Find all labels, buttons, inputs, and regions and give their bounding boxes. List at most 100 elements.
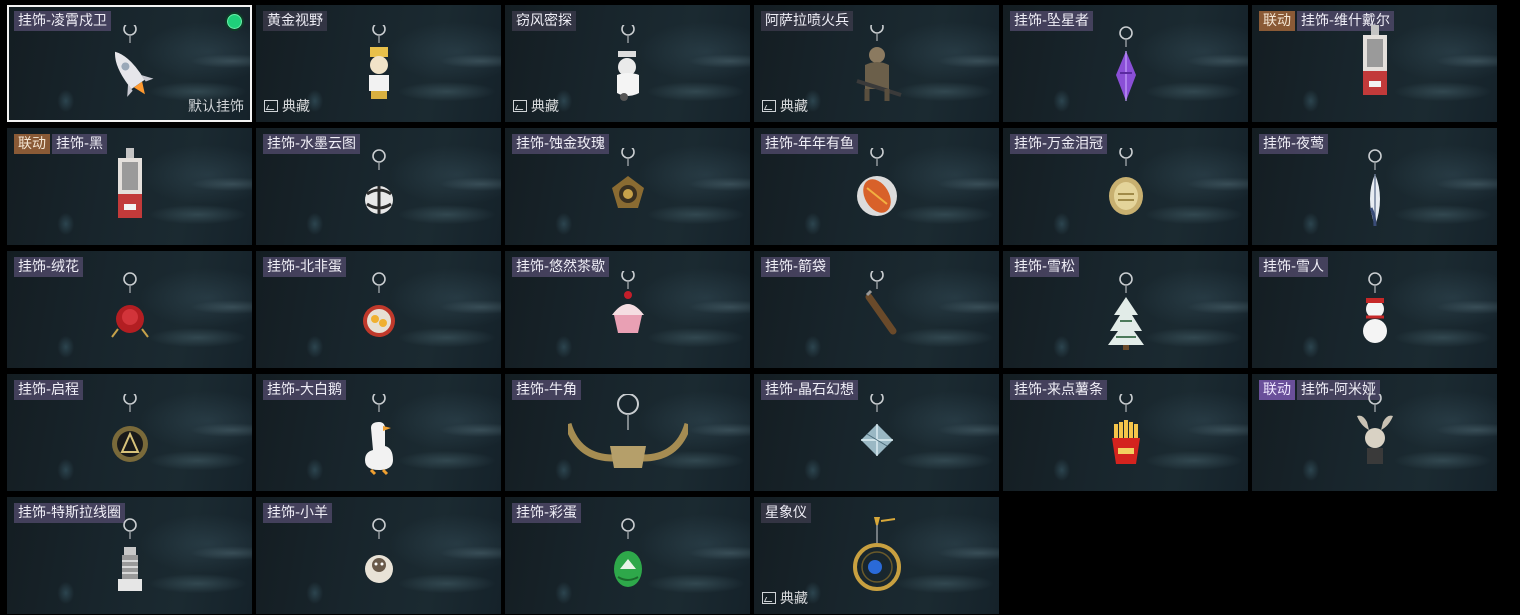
card-charm-icon [100, 148, 160, 232]
charm-title: 挂饰-凌霄戍卫 [14, 11, 112, 31]
charm-card[interactable]: 挂饰-特斯拉线圈 [7, 497, 252, 614]
charm-title: 挂饰-绒花 [14, 257, 84, 277]
charm-title: 挂饰-年年有鱼 [761, 134, 859, 154]
collection-badge: 典藏 [762, 588, 808, 608]
charm-title: 挂饰-晶石幻想 [761, 380, 859, 400]
collab-badge: 联动 [14, 134, 50, 154]
charm-card[interactable]: 挂饰-来点薯条 [1003, 374, 1248, 491]
charm-card[interactable]: 挂饰-箭袋 [754, 251, 999, 368]
quiver-charm-icon [847, 271, 907, 355]
charm-card[interactable]: 挂饰-雪人 [1252, 251, 1497, 368]
charm-card[interactable]: 挂饰-彩蛋 [505, 497, 750, 614]
charm-title: 挂饰-蚀金玫瑰 [512, 134, 610, 154]
astrolabe-charm-icon [847, 517, 907, 601]
rocket-charm-icon [100, 25, 160, 109]
charm-card[interactable]: 挂饰-蚀金玫瑰 [505, 128, 750, 245]
charm-name: 挂饰-万金泪冠 [1010, 134, 1108, 154]
collection-badge: 典藏 [264, 96, 310, 116]
charm-card[interactable]: 星象仪典藏 [754, 497, 999, 614]
bunny-charm-icon [1345, 394, 1405, 478]
sheep-charm-icon [349, 517, 409, 601]
charm-name: 挂饰-大白鹅 [263, 380, 347, 400]
charm-title: 联动 挂饰-黑 [14, 134, 108, 154]
collection-label: 典藏 [780, 591, 808, 607]
charm-title: 星象仪 [761, 503, 811, 523]
charm-title: 挂饰-大白鹅 [263, 380, 347, 400]
charm-name: 挂饰-雪人 [1259, 257, 1329, 277]
charm-name: 挂饰-雪松 [1010, 257, 1080, 277]
charm-title: 挂饰-彩蛋 [512, 503, 582, 523]
charm-name: 挂饰-启程 [14, 380, 84, 400]
charm-card[interactable]: 挂饰-夜莺 [1252, 128, 1497, 245]
soldier-charm-icon [847, 25, 907, 109]
red-rose-charm-icon [100, 271, 160, 355]
default-charm-label: 默认挂饰 [188, 99, 244, 115]
collection-label: 典藏 [780, 99, 808, 115]
charm-title: 阿萨拉喷火兵 [761, 11, 853, 31]
purple-crystal-charm-icon [1096, 25, 1156, 109]
charm-name: 挂饰-来点薯条 [1010, 380, 1108, 400]
charm-name: 挂饰-绒花 [14, 257, 84, 277]
charm-card[interactable]: 挂饰-水墨云图 [256, 128, 501, 245]
fish-charm-icon [847, 148, 907, 232]
egg-pan-charm-icon [349, 271, 409, 355]
charm-card[interactable]: 挂饰-年年有鱼 [754, 128, 999, 245]
snowman-charm-icon [1345, 271, 1405, 355]
charm-card[interactable]: 挂饰-悠然茶歇 [505, 251, 750, 368]
charm-card[interactable]: 挂饰-启程 [7, 374, 252, 491]
collection-icon [762, 592, 776, 604]
snow-tree-charm-icon [1096, 271, 1156, 355]
charm-title: 挂饰-箭袋 [761, 257, 831, 277]
charm-name: 挂饰-箭袋 [761, 257, 831, 277]
charm-name: 挂饰-北非蛋 [263, 257, 347, 277]
charm-grid: 挂饰-凌霄戍卫 默认挂饰 黄金视野 典藏 窃风密探 典藏 阿萨拉喷火兵 典藏 挂饰-坠星者 联动挂… [0, 0, 1520, 615]
collab-badge: 联动 [1259, 380, 1295, 400]
tesla-coil-charm-icon [100, 517, 160, 601]
charm-name: 挂饰-蚀金玫瑰 [512, 134, 610, 154]
charm-name: 黄金视野 [263, 11, 327, 31]
charm-title: 窃风密探 [512, 11, 576, 31]
charm-card[interactable]: 挂饰-坠星者 [1003, 5, 1248, 122]
gold-coin-charm-icon [1096, 148, 1156, 232]
charm-card[interactable]: 联动 挂饰-黑 [7, 128, 252, 245]
charm-name: 挂饰-坠星者 [1010, 11, 1094, 31]
charm-name: 挂饰-彩蛋 [512, 503, 582, 523]
charm-card[interactable]: 挂饰-雪松 [1003, 251, 1248, 368]
charm-title: 挂饰-悠然茶歇 [512, 257, 610, 277]
charm-card[interactable]: 挂饰-大白鹅 [256, 374, 501, 491]
charm-card[interactable]: 挂饰-晶石幻想 [754, 374, 999, 491]
charm-name: 挂饰-悠然茶歇 [512, 257, 610, 277]
charm-card[interactable]: 挂饰-小羊 [256, 497, 501, 614]
gold-figure-charm-icon [349, 25, 409, 109]
charm-title: 挂饰-坠星者 [1010, 11, 1094, 31]
feather-charm-icon [1345, 148, 1405, 232]
charm-card[interactable]: 挂饰-牛角 [505, 374, 750, 491]
charm-title: 挂饰-启程 [14, 380, 84, 400]
goose-charm-icon [349, 394, 409, 478]
charm-name: 挂饰-凌霄戍卫 [14, 11, 112, 31]
gold-rose-emblem-charm-icon [598, 148, 658, 232]
charm-name: 星象仪 [761, 503, 811, 523]
charm-card[interactable]: 联动 挂饰-维什戴尔 [1252, 5, 1497, 122]
charm-name: 挂饰-晶石幻想 [761, 380, 859, 400]
ink-ball-charm-icon [349, 148, 409, 232]
charm-card[interactable]: 挂饰-凌霄戍卫默认挂饰 [7, 5, 252, 122]
charm-card[interactable]: 联动 挂饰-阿米娅 [1252, 374, 1497, 491]
white-figure-charm-icon [598, 25, 658, 109]
collection-icon [762, 100, 776, 112]
charm-card[interactable]: 黄金视野 典藏 [256, 5, 501, 122]
charm-card[interactable]: 挂饰-北非蛋 [256, 251, 501, 368]
charm-title: 挂饰-万金泪冠 [1010, 134, 1108, 154]
collection-icon [513, 100, 527, 112]
charm-card[interactable]: 挂饰-绒花 [7, 251, 252, 368]
charm-card[interactable]: 窃风密探 典藏 [505, 5, 750, 122]
charm-title: 挂饰-雪松 [1010, 257, 1080, 277]
charm-card[interactable]: 挂饰-万金泪冠 [1003, 128, 1248, 245]
compass-medal-charm-icon [100, 394, 160, 478]
charm-card[interactable]: 阿萨拉喷火兵典藏 [754, 5, 999, 122]
fries-charm-icon [1096, 394, 1156, 478]
charm-name: 窃风密探 [512, 11, 576, 31]
card-charm-icon [1345, 25, 1405, 109]
charm-title: 挂饰-夜莺 [1259, 134, 1329, 154]
charm-title: 黄金视野 [263, 11, 327, 31]
